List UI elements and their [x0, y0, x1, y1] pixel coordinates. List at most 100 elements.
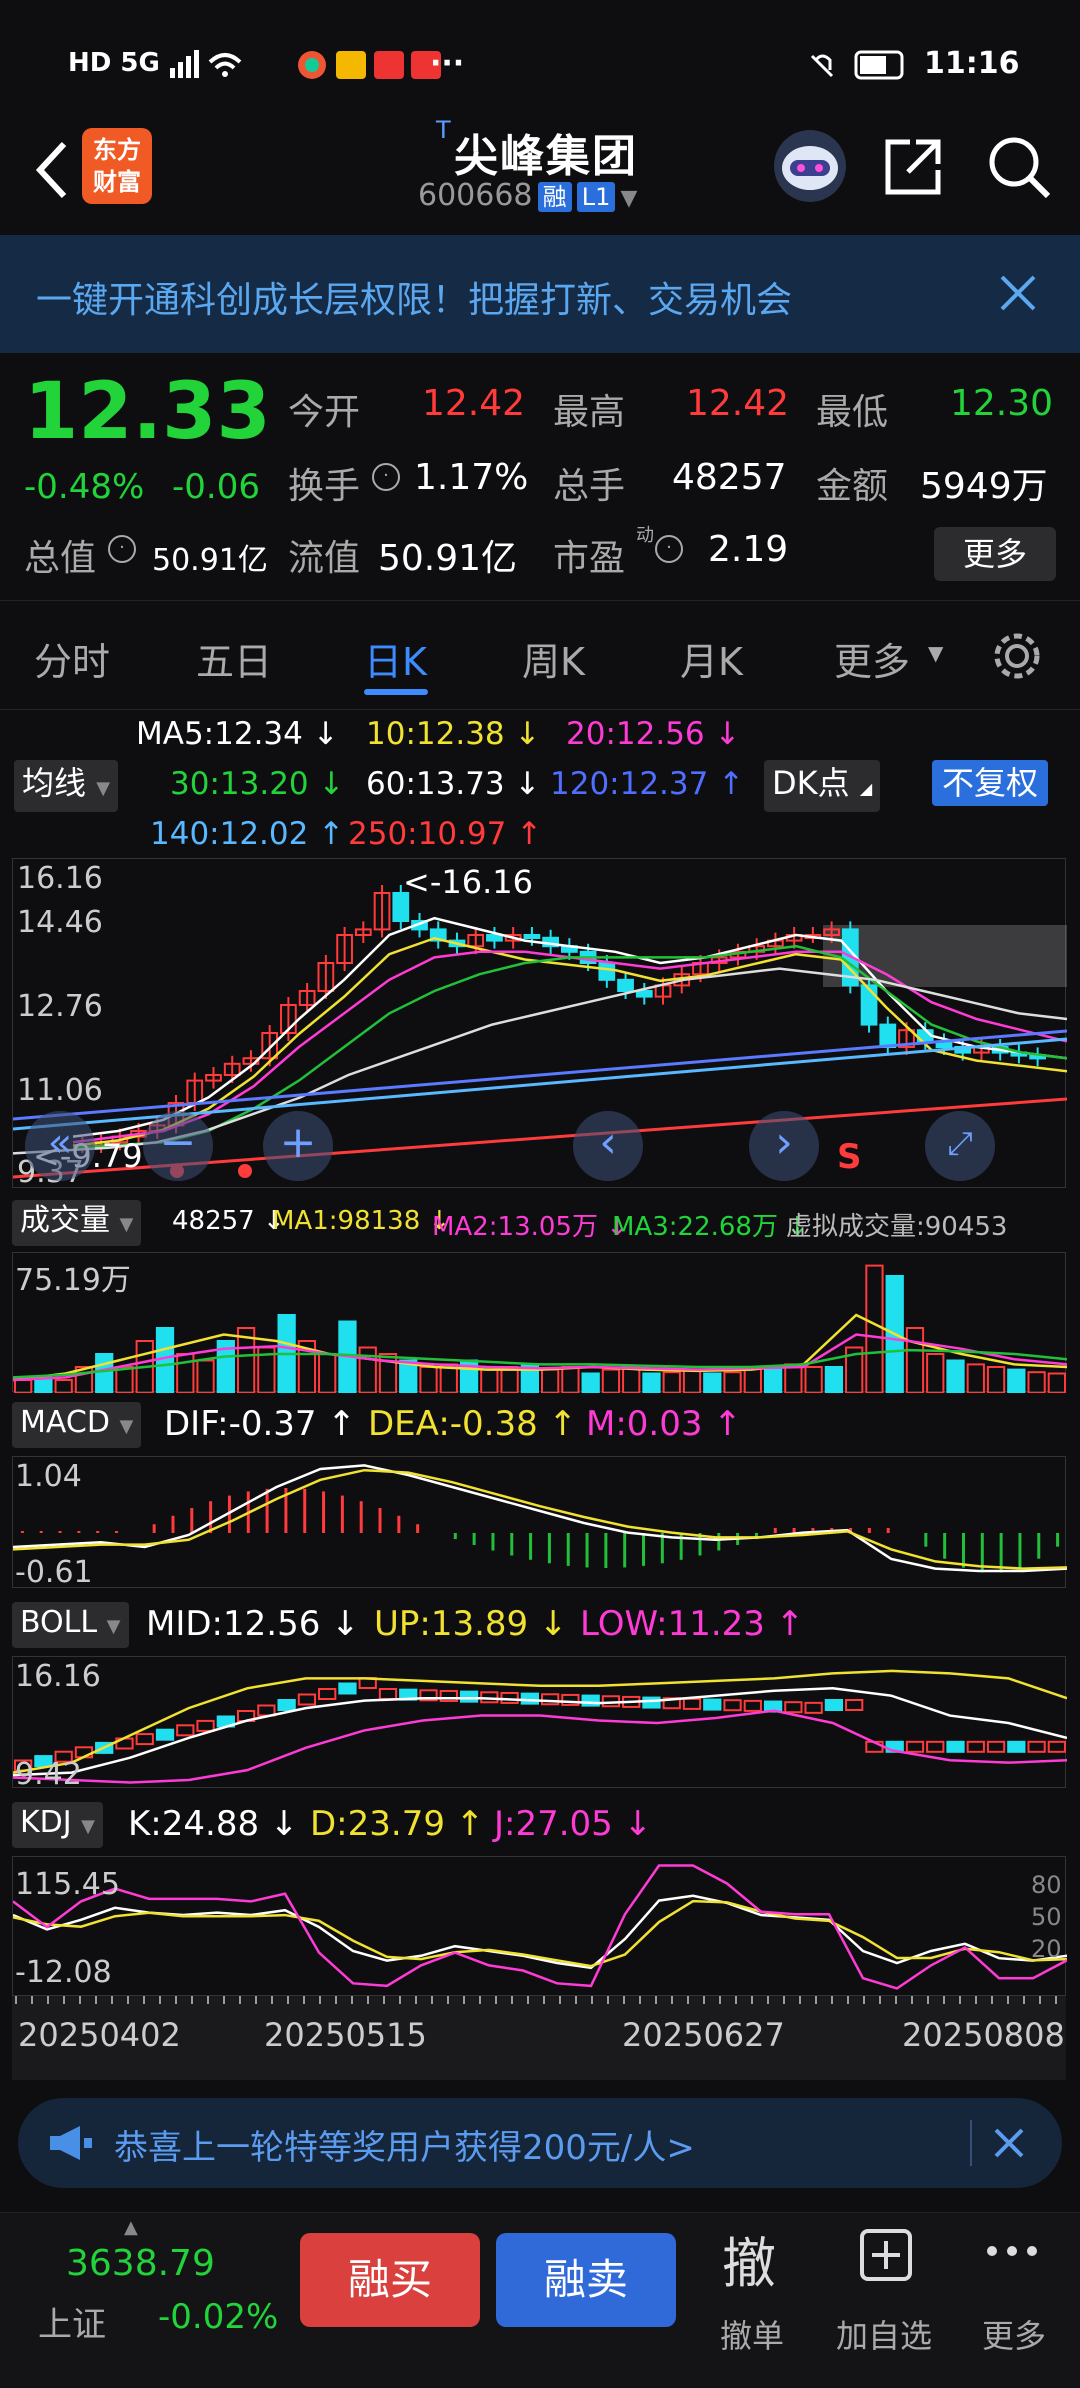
sell-signal: S — [837, 1137, 862, 1177]
zoom-out-icon[interactable]: − — [143, 1111, 213, 1181]
boll-candle — [1047, 1740, 1066, 1753]
boll-candle — [318, 1688, 337, 1700]
date-3: 20250627 — [622, 2016, 785, 2054]
boll-low-line — [12, 1709, 1068, 1784]
back-icon[interactable] — [22, 130, 82, 210]
boll-candle — [196, 1719, 215, 1732]
promo-banner[interactable]: 一键开通科创成长层权限！把握打新、交易机会 — [0, 235, 1080, 353]
boll-mid: MID:12.56 ↓ — [146, 1604, 360, 1644]
app-logo[interactable]: 东方 财富 — [82, 128, 152, 204]
volume-bar — [1007, 1368, 1026, 1394]
cancel-order-label[interactable]: 撤单 — [720, 2311, 784, 2357]
stock-code-row[interactable]: 600668 融 L1 ▼ — [418, 178, 637, 213]
candle-body — [635, 990, 653, 998]
more-label[interactable]: 更多 — [982, 2311, 1046, 2357]
date-2: 20250515 — [264, 2016, 427, 2054]
boll-candle — [723, 1699, 742, 1712]
macd-dif: DIF:-0.37 ↑ — [164, 1404, 356, 1444]
volume-chart[interactable]: 75.19万 — [12, 1252, 1068, 1395]
info-icon[interactable]: · — [108, 535, 136, 563]
no-adjust-button[interactable]: 不复权 — [932, 760, 1049, 806]
amount-value: 5949万 — [920, 466, 1048, 507]
volume-bar — [14, 1379, 33, 1394]
share-icon[interactable] — [880, 134, 946, 200]
volume-bar — [865, 1264, 884, 1395]
macd-svg — [12, 1464, 1068, 1573]
virtual-volume: 虚拟成交量:90453 — [786, 1212, 1008, 1242]
vol-ma1: MA1:98138 ↓ — [272, 1206, 451, 1236]
info-icon[interactable]: · — [655, 535, 683, 563]
scroll-right-icon[interactable]: › — [749, 1111, 819, 1181]
boll-candle — [459, 1690, 479, 1703]
macd-chart[interactable]: 1.04 -0.61 — [12, 1456, 1068, 1590]
boll-candle — [804, 1701, 823, 1714]
boll-candle — [297, 1693, 317, 1706]
boll-candle — [926, 1740, 945, 1753]
boll-candle — [155, 1728, 175, 1741]
boll-up-line — [12, 1669, 1068, 1774]
dk-point-button[interactable]: DK点 ◢ — [764, 760, 881, 812]
macd-selector[interactable]: MACD ▼ — [12, 1402, 142, 1448]
current-price: 12.33 — [24, 367, 271, 457]
scroll-left-icon[interactable]: ‹ — [573, 1111, 643, 1181]
ma-selector[interactable]: 均线 ▼ — [14, 760, 119, 812]
dea-line — [12, 1468, 1068, 1570]
high-label: 最高 — [553, 392, 626, 433]
kdj-chart[interactable]: 115.45 -12.08 80 50 20 — [12, 1856, 1068, 1996]
robot-assistant-icon[interactable] — [770, 126, 850, 206]
boll-candle — [642, 1696, 661, 1709]
reward-banner[interactable]: 恭喜上一轮特等奖用户获得200元/人> — [18, 2098, 1062, 2188]
index-value[interactable]: 3638.79 — [66, 2243, 215, 2284]
info-icon[interactable]: · — [372, 463, 400, 491]
volume-bar — [54, 1379, 73, 1394]
kdj-ref-50: 50 — [1031, 1903, 1062, 1931]
scroll-start-icon[interactable]: « — [25, 1111, 95, 1181]
float-value: 50.91亿 — [378, 538, 518, 579]
tab-intraday[interactable]: 分时 — [34, 631, 110, 686]
gear-icon[interactable] — [990, 629, 1044, 683]
kline-chart[interactable]: 16.16 14.46 12.76 11.06 9.37 <-16.16 <-9… — [12, 858, 1068, 1190]
open-label: 今开 — [288, 392, 361, 433]
margin-sell-button[interactable]: 融卖 — [496, 2233, 676, 2327]
add-watchlist-label[interactable]: 加自选 — [836, 2311, 932, 2357]
vol-value: 48257 ↓ — [172, 1206, 285, 1236]
more-dots-icon[interactable] — [984, 2231, 1040, 2271]
cancel-order-icon[interactable]: 撤 — [722, 2219, 776, 2298]
boll-candle — [338, 1682, 357, 1695]
boll-candle — [682, 1697, 702, 1710]
volume-bar — [682, 1368, 702, 1394]
l1-badge: L1 — [576, 182, 616, 212]
kdj-selector[interactable]: KDJ ▼ — [12, 1802, 104, 1848]
low-value: 12.30 — [950, 383, 1054, 424]
stock-name[interactable]: 尖峰集团 — [454, 120, 638, 184]
ma120-line — [12, 1029, 1068, 1121]
candle-body — [617, 978, 634, 993]
expand-icon[interactable]: ▲ — [124, 2217, 138, 2238]
tab-weekly-k[interactable]: 周K — [522, 631, 585, 686]
volume-bar — [804, 1366, 823, 1394]
more-quote-button[interactable]: 更多 — [934, 527, 1056, 581]
zoom-in-icon[interactable]: + — [263, 1111, 333, 1181]
status-time: 11:16 — [924, 46, 1020, 81]
close-icon[interactable] — [996, 271, 1040, 315]
close-icon[interactable] — [990, 2124, 1028, 2162]
tab-monthly-k[interactable]: 月K — [680, 631, 743, 686]
volume-selector[interactable]: 成交量 ▼ — [12, 1200, 142, 1246]
margin-buy-button[interactable]: 融买 — [300, 2233, 480, 2327]
quote-panel: 12.33 -0.48% -0.06 今开 12.42 最高 12.42 最低 … — [0, 353, 1080, 600]
boll-selector[interactable]: BOLL ▼ — [12, 1602, 129, 1648]
fullscreen-icon[interactable]: ⤢ — [925, 1111, 995, 1181]
tab-more[interactable]: 更多 — [834, 631, 910, 686]
boll-candle — [277, 1699, 296, 1711]
float-label: 流值 — [288, 538, 361, 579]
boll-chart[interactable]: 16.16 9.42 — [12, 1656, 1068, 1792]
add-watchlist-icon[interactable] — [858, 2227, 914, 2283]
candle-body — [598, 962, 616, 981]
search-icon[interactable] — [984, 132, 1054, 202]
tab-daily-k[interactable]: 日K — [364, 631, 427, 686]
ma-chip-label: 均线 — [22, 764, 87, 802]
pe-sup: 动 — [636, 525, 654, 546]
buy-signal-dot — [238, 1164, 252, 1178]
reward-text: 恭喜上一轮特等奖用户获得200元/人> — [114, 2128, 695, 2168]
tab-five-day[interactable]: 五日 — [196, 631, 272, 686]
